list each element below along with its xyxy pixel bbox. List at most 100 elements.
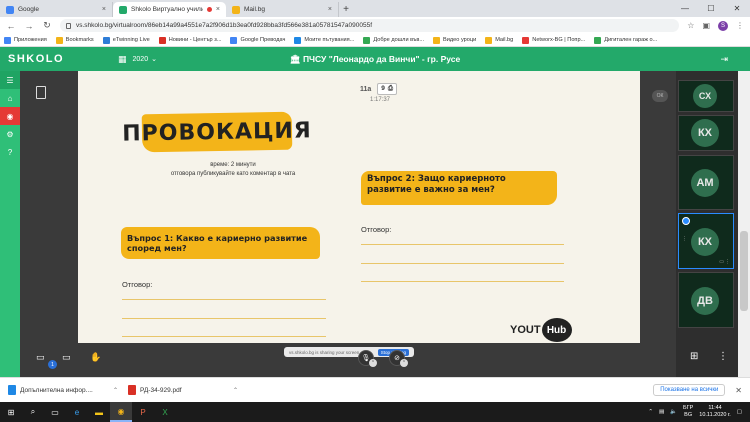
- mic-options-icon[interactable]: ⌃: [369, 359, 377, 367]
- back-icon[interactable]: ←: [6, 21, 16, 31]
- answer-line: [361, 263, 564, 264]
- chrome-icon[interactable]: ◉: [110, 402, 132, 422]
- tile-menu-icon[interactable]: ⋮: [682, 236, 687, 242]
- bookmark-favicon-icon: [294, 36, 302, 44]
- profile-avatar[interactable]: S: [718, 20, 728, 31]
- bookmark-item[interactable]: Приложения: [4, 36, 47, 44]
- bookmark-label: Приложения: [14, 37, 47, 43]
- bookmark-item[interactable]: Моите пътувания...: [294, 36, 355, 44]
- tab-google[interactable]: Google ×: [0, 2, 113, 17]
- tile-more-icon[interactable]: ⋮: [725, 259, 730, 265]
- bookmark-item[interactable]: Mail.bg: [485, 36, 513, 44]
- participant-tile[interactable]: КХ: [678, 115, 734, 151]
- lock-icon: [66, 22, 71, 29]
- mic-muted-button[interactable]: 🎙 ⌃: [358, 350, 377, 367]
- chevron-up-icon[interactable]: ⌃: [113, 387, 118, 394]
- close-window-icon[interactable]: ✕: [724, 0, 750, 17]
- participant-tile-selected[interactable]: КХ ⋮ ▭ ⋮: [678, 213, 734, 269]
- clock[interactable]: 11:44 10.11.2020 г.: [699, 405, 731, 418]
- downloads-bar: Допълнителна инфор.... ⌃ РД-34-929.pdf ⌃…: [0, 377, 750, 402]
- close-tab-icon[interactable]: ×: [328, 6, 332, 13]
- own-video-badge[interactable]: ОК: [652, 90, 668, 102]
- url-field[interactable]: vs.shkolo.bg/virtualroom/86eb14a99a4551e…: [60, 19, 680, 32]
- bookmark-favicon-icon: [55, 36, 63, 44]
- document-icon[interactable]: [36, 86, 46, 99]
- download-item[interactable]: Допълнителна инфор.... ⌃: [8, 385, 118, 395]
- screen-share-icon[interactable]: ▭: [62, 352, 71, 363]
- network-icon[interactable]: ▤: [659, 409, 664, 415]
- menu-icon[interactable]: ☰: [0, 71, 20, 89]
- participants-scrollbar[interactable]: [738, 71, 750, 377]
- menu-dots-icon[interactable]: ⋮: [736, 21, 744, 30]
- windows-start-icon[interactable]: ⊞: [0, 402, 22, 422]
- settings-icon[interactable]: ⚙: [0, 125, 20, 143]
- camera-off-button[interactable]: ⊘ ⌃: [389, 350, 408, 367]
- bookmark-item[interactable]: Google Преводач: [230, 36, 286, 44]
- school-icon: 🏛: [289, 53, 301, 64]
- bookmark-item[interactable]: Дигитален гараж о...: [594, 36, 657, 44]
- clock-date: 10.11.2020 г.: [699, 412, 731, 418]
- volume-icon[interactable]: 🔈: [670, 409, 677, 415]
- close-downloads-icon[interactable]: ✕: [735, 386, 742, 395]
- bookmark-label: Google Преводач: [240, 37, 286, 43]
- chat-icon[interactable]: ▭: [36, 352, 45, 363]
- bookmark-label: Networx-BG | Попр...: [532, 37, 586, 43]
- bookmark-label: Bookmarks: [65, 37, 94, 43]
- bookmark-item[interactable]: eTwinning Live: [102, 36, 150, 44]
- clock-time: 11:44: [708, 405, 722, 412]
- maximize-icon[interactable]: ☐: [698, 0, 724, 17]
- download-item[interactable]: РД-34-929.pdf ⌃: [128, 385, 238, 395]
- question-2: Въпрос 2: Защо кариерното развитие е важ…: [361, 171, 557, 205]
- bookmark-item[interactable]: Networx-BG | Попр...: [522, 36, 586, 44]
- print-icon: ⎙: [387, 85, 394, 92]
- home-icon[interactable]: ⌂: [0, 89, 20, 107]
- close-tab-icon[interactable]: ×: [102, 6, 106, 13]
- notifications-icon[interactable]: ▢: [737, 409, 742, 415]
- language-indicator[interactable]: БГР BG: [683, 405, 693, 418]
- forward-icon[interactable]: →: [24, 21, 34, 31]
- bookmark-item[interactable]: Bookmarks: [55, 36, 94, 44]
- participant-tile[interactable]: АМ: [678, 155, 734, 210]
- windows-taskbar: ⊞ ⌕ ▭ e ▬ ◉ P X ⌃ ▤ 🔈 БГР BG 11:44 10.11…: [0, 402, 750, 422]
- minimize-icon[interactable]: —: [672, 0, 698, 17]
- file-explorer-icon[interactable]: ▬: [88, 402, 110, 422]
- excel-icon[interactable]: X: [154, 402, 176, 422]
- bookmark-label: Моите пътувания...: [304, 37, 355, 43]
- more-options-icon[interactable]: ⋮: [718, 351, 728, 362]
- page-counter[interactable]: 9 ⎙: [377, 83, 398, 95]
- participant-tile[interactable]: СХ: [678, 80, 734, 112]
- recording-indicator-icon: [206, 7, 212, 12]
- shkolo-favicon-icon: [119, 5, 127, 14]
- tab-mail[interactable]: Mail.bg ×: [226, 2, 339, 17]
- address-bar-row: ← → ↻ vs.shkolo.bg/virtualroom/86eb14a99…: [0, 17, 750, 34]
- slide-title: ПРОВОКАЦИЯ: [122, 111, 312, 153]
- powerpoint-icon[interactable]: P: [132, 402, 154, 422]
- edge-icon[interactable]: e: [66, 402, 88, 422]
- bookmark-item[interactable]: Добре дошли във...: [363, 36, 424, 44]
- tile-screen-icon[interactable]: ▭: [719, 259, 724, 265]
- reload-icon[interactable]: ↻: [42, 20, 52, 31]
- search-icon[interactable]: ⌕: [22, 402, 44, 422]
- help-icon[interactable]: ?: [0, 143, 20, 161]
- scrollbar-thumb[interactable]: [740, 231, 748, 311]
- answer-label-q1: Отговор:: [122, 280, 153, 289]
- url-text: vs.shkolo.bg/virtualroom/86eb14a99a4551e…: [76, 22, 373, 29]
- bookmark-favicon-icon: [230, 36, 238, 44]
- show-all-downloads-button[interactable]: Показване на всички: [653, 384, 726, 396]
- star-icon[interactable]: ☆: [687, 21, 694, 30]
- new-tab-button[interactable]: +: [339, 2, 353, 17]
- camera-icon[interactable]: ▣: [702, 21, 710, 30]
- tray-arrow-icon[interactable]: ⌃: [648, 409, 653, 415]
- task-view-icon[interactable]: ▭: [44, 402, 66, 422]
- raise-hand-icon[interactable]: ✋: [90, 352, 101, 363]
- exit-icon[interactable]: ⇥: [720, 54, 728, 65]
- bookmark-item[interactable]: Новини - Център з...: [158, 36, 221, 44]
- close-tab-icon[interactable]: ×: [216, 6, 220, 13]
- participant-tile[interactable]: ДВ: [678, 272, 734, 328]
- camera-options-icon[interactable]: ⌃: [400, 359, 408, 367]
- virtual-room-icon[interactable]: ◉: [0, 107, 20, 125]
- chevron-up-icon[interactable]: ⌃: [233, 387, 238, 394]
- tab-shkolo[interactable]: Shkolo Виртуално училище ×: [113, 2, 226, 17]
- layout-grid-icon[interactable]: ⊞: [690, 351, 698, 362]
- bookmark-item[interactable]: Видео уроци: [433, 36, 476, 44]
